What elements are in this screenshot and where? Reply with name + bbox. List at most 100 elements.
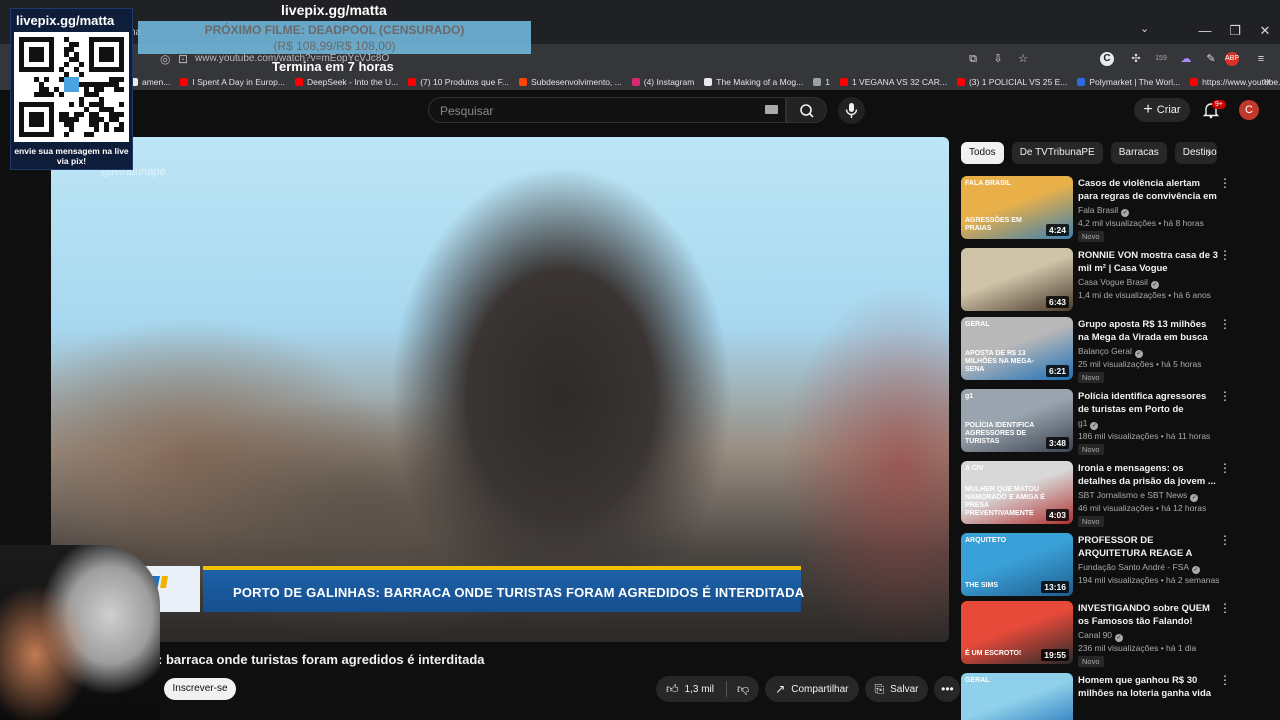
recommended-video[interactable]: ARQUITETO THE SIMS 13:16 PROFESSOR DE ARQUI…: [961, 533, 1261, 597]
chevron-right-icon[interactable]: ›: [1207, 146, 1211, 160]
channel-name[interactable]: Balanço Geral ✓: [1078, 346, 1143, 358]
channel-name[interactable]: SBT Jornalismo e SBT News ✓: [1078, 490, 1199, 502]
minimize-icon[interactable]: —: [1190, 22, 1220, 40]
extension-puzzle-icon[interactable]: ✣: [1125, 50, 1147, 68]
bookmark-item[interactable]: DeepSeek - Into the U...: [294, 77, 398, 87]
channel-name-text: Casa Vogue Brasil: [1078, 277, 1148, 287]
video-thumbnail[interactable]: A CIV MULHER QUE MATOU NAMORADO E AMIGA É…: [961, 461, 1073, 524]
voice-search-button[interactable]: [838, 97, 865, 124]
recommended-video-title[interactable]: INVESTIGANDO sobre QUEM os Famosos tão F…: [1078, 602, 1218, 628]
channel-name[interactable]: Canal 90 ✓: [1078, 630, 1124, 642]
bookmark-item[interactable]: Subdesenvolvimento, ...: [519, 77, 622, 87]
adblock-icon[interactable]: ABP: [1225, 52, 1239, 66]
filter-chip[interactable]: Todos: [961, 142, 1004, 164]
lock-icon[interactable]: ⊡: [178, 52, 188, 66]
more-vertical-icon[interactable]: ⋮: [1219, 674, 1231, 686]
bookmark-favicon-icon: [180, 78, 189, 86]
avatar[interactable]: C: [1239, 100, 1259, 120]
thumbnail-top-text: GERAL: [965, 321, 990, 328]
more-actions-button[interactable]: •••: [934, 676, 961, 702]
bookmark-item[interactable]: The Making of a Mog...: [704, 77, 803, 87]
video-thumbnail[interactable]: É UM ESCROTO! 19:55: [961, 601, 1073, 664]
bookmark-item[interactable]: 1 VEGANA VS 32 CAR...: [839, 77, 947, 87]
more-vertical-icon[interactable]: ⋮: [1219, 177, 1231, 189]
recommended-video[interactable]: A CIV MULHER QUE MATOU NAMORADO E AMIGA É…: [961, 461, 1261, 527]
thumbs-down-icon[interactable]: 👎︎: [737, 682, 749, 697]
video-thumbnail[interactable]: FALA BRASIL AGRESSÕES EM PRAIAS 4:24: [961, 176, 1073, 239]
video-thumbnail[interactable]: GERAL APOSTA DE R$ 13 MILHÕES NA MEGA-SEN…: [961, 317, 1073, 380]
site-info-icon[interactable]: ◎: [160, 52, 170, 66]
more-vertical-icon[interactable]: ⋮: [1219, 534, 1231, 546]
recommended-video[interactable]: É UM ESCROTO! 19:55 INVESTIGANDO sobre QUE…: [961, 601, 1261, 667]
filter-chip[interactable]: De TVTribunaPE: [1011, 142, 1103, 164]
recommended-video[interactable]: GERAL Homem que ganhou R$ 30 milhões na l…: [961, 673, 1261, 720]
bookmark-star-icon[interactable]: ☆: [1012, 50, 1034, 68]
bookmarks-overflow-icon[interactable]: »: [1263, 74, 1270, 88]
video-thumbnail[interactable]: 6:43: [961, 248, 1073, 311]
browser-menu-icon[interactable]: ≡: [1250, 50, 1272, 68]
duration-badge: 4:24: [1045, 224, 1069, 236]
keyboard-icon[interactable]: [765, 105, 778, 114]
maximize-icon[interactable]: ❐: [1220, 22, 1250, 40]
recommended-video-title[interactable]: Casos de violência alertam para regras d…: [1078, 177, 1218, 203]
recommended-video[interactable]: 6:43 RONNIE VON mostra casa de 3 mil m² |…: [961, 248, 1261, 312]
close-icon[interactable]: ✕: [1250, 22, 1280, 40]
recommended-video-title[interactable]: Homem que ganhou R$ 30 milhões na loteri…: [1078, 674, 1218, 700]
video-thumbnail[interactable]: ARQUITETO THE SIMS 13:16: [961, 533, 1073, 596]
more-vertical-icon[interactable]: ⋮: [1219, 602, 1231, 614]
qr-caption: envie sua mensagem na live via pix!: [14, 146, 129, 166]
recommended-video-title[interactable]: RONNIE VON mostra casa de 3 mil m² | Cas…: [1078, 249, 1218, 275]
channel-name[interactable]: Fala Brasil ✓: [1078, 205, 1130, 217]
recommended-video-title[interactable]: PROFESSOR DE ARQUITETURA REAGE A CASAS N…: [1078, 534, 1218, 560]
extension-c-icon[interactable]: C: [1100, 52, 1114, 66]
like-button[interactable]: 👍︎ 1,3 mil 👎︎: [656, 676, 760, 702]
view-count: 25 mil visualizações: [1078, 359, 1154, 369]
recommended-video[interactable]: GERAL APOSTA DE R$ 13 MILHÕES NA MEGA-SEN…: [961, 317, 1261, 383]
recommended-video-title[interactable]: Ironia e mensagens: os detalhes da prisã…: [1078, 462, 1218, 488]
more-vertical-icon[interactable]: ⋮: [1219, 318, 1231, 330]
more-vertical-icon[interactable]: ⋮: [1219, 249, 1231, 261]
create-button[interactable]: + Criar: [1134, 98, 1190, 122]
bookmark-item[interactable]: I Spent A Day in Europ...: [180, 77, 285, 87]
channel-name[interactable]: g1 ✓: [1078, 418, 1099, 430]
search-button[interactable]: [786, 97, 827, 123]
filter-chip[interactable]: Barracas: [1110, 142, 1167, 164]
bookmarks-bar: amen... I Spent A Day in Europ... DeepSeek…: [0, 74, 1280, 90]
share-button[interactable]: ↗ Compartilhar: [765, 676, 859, 702]
bookmark-item[interactable]: Polymarket | The Worl...: [1077, 77, 1180, 87]
upload-age: há 5 horas: [1161, 359, 1202, 369]
recommended-video[interactable]: g1 POLÍCIA IDENTIFICA AGRESSORES DE TURIS…: [961, 389, 1261, 455]
thumbs-up-icon: 👍︎: [666, 681, 679, 696]
bookmark-item[interactable]: (7) 10 Produtos que F...: [408, 77, 509, 87]
more-vertical-icon[interactable]: ⋮: [1219, 462, 1231, 474]
view-count: 236 mil visualizações: [1078, 643, 1159, 653]
microphone-icon: [845, 103, 858, 118]
download-icon[interactable]: ⇩: [987, 50, 1009, 68]
more-vertical-icon[interactable]: ⋮: [1219, 390, 1231, 402]
extension-cloud-icon[interactable]: ☁: [1175, 50, 1197, 68]
channel-name[interactable]: Fundação Santo André - FSA ✓: [1078, 562, 1201, 574]
save-button[interactable]: ⎘ Salvar: [864, 676, 929, 702]
video-thumbnail[interactable]: g1 POLÍCIA IDENTIFICA AGRESSORES DE TURIS…: [961, 389, 1073, 452]
bookmark-item[interactable]: (3) 1 POLICIAL VS 25 E...: [956, 77, 1067, 87]
recommended-video[interactable]: FALA BRASIL AGRESSÕES EM PRAIAS 4:24 Casos …: [961, 176, 1261, 242]
bookmark-label: Polymarket | The Worl...: [1089, 77, 1181, 87]
recommended-video-title[interactable]: Grupo aposta R$ 13 milhões na Mega da Vi…: [1078, 318, 1218, 344]
extension-feather-icon[interactable]: ✎: [1200, 50, 1222, 68]
extension-badge-icon[interactable]: 159: [1150, 50, 1172, 68]
thumbnail-top-text: g1: [965, 393, 974, 400]
verified-icon: ✓: [1121, 209, 1130, 217]
bookmark-favicon-icon: [956, 78, 965, 86]
bookmark-label: The Making of a Mog...: [716, 77, 804, 87]
bookmark-item[interactable]: (4) Instagram: [631, 77, 694, 87]
bookmark-item[interactable]: amen...: [130, 77, 170, 87]
subscribe-button[interactable]: Inscrever-se: [164, 678, 236, 700]
tab-search-icon[interactable]: ⌄: [1140, 22, 1149, 35]
video-thumbnail[interactable]: GERAL: [961, 673, 1073, 720]
install-app-icon[interactable]: ⧉: [962, 50, 984, 68]
channel-name[interactable]: Casa Vogue Brasil ✓: [1078, 277, 1159, 289]
bookmark-item[interactable]: 1: [813, 77, 830, 87]
recommended-video-title[interactable]: Polícia identifica agressores de turista…: [1078, 390, 1218, 416]
notification-count-badge: 9+: [1212, 100, 1226, 109]
video-meta: 1,4 mi de visualizações • há 6 anos: [1078, 290, 1211, 300]
